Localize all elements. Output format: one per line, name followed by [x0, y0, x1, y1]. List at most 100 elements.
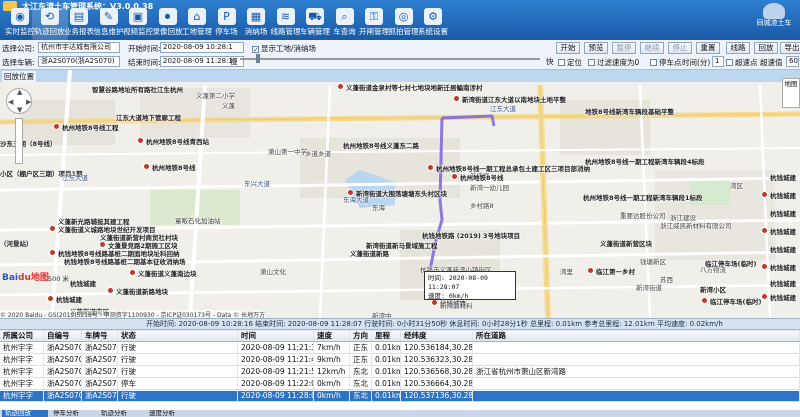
overspeed-value-input[interactable]: 60: [786, 56, 799, 67]
site-marker-icon[interactable]: [761, 293, 768, 300]
tab-0[interactable]: 轨迹回放: [2, 410, 48, 417]
map-poi-label[interactable]: 杭州地铁8号线一期工程新湾车辆段4标段: [585, 156, 705, 166]
site-marker-icon[interactable]: [107, 287, 114, 294]
pan-left-icon[interactable]: ◀: [8, 98, 13, 106]
map-poi-label[interactable]: 智慧谷路地址所有路社江生杭州: [92, 84, 183, 94]
company-select[interactable]: 杭州市宇达城有限公司: [38, 42, 120, 53]
control-button-2[interactable]: 暂停: [612, 42, 636, 54]
site-marker-icon[interactable]: [49, 225, 56, 232]
map-poi-label[interactable]: 杭钱城建: [770, 226, 796, 236]
zoom-slider[interactable]: [15, 118, 23, 164]
table-row[interactable]: 杭州宇字 浙A2S070 浙A2S07 停车 2020-08-09 11:22:07 0k…: [0, 379, 800, 390]
site-marker-icon[interactable]: [129, 269, 136, 276]
map-poi-label[interactable]: 杭钱城建: [56, 294, 82, 304]
map-poi-label[interactable]: 杭州地铁8号线: [152, 162, 196, 172]
map-poi-label[interactable]: 杭州地铁8号线一期工程新湾车辆段1标段: [583, 192, 703, 202]
control-button-6[interactable]: 线路: [726, 42, 750, 54]
playback-speed-slider[interactable]: [240, 58, 540, 60]
map-poi-label[interactable]: 杭钱城建: [70, 278, 96, 288]
map-poi-label[interactable]: 义蓬街道新路地块: [116, 286, 168, 296]
control-button-5[interactable]: 重置: [696, 42, 720, 54]
map-poi-label[interactable]: 沙东三期（8号线）: [0, 138, 57, 148]
map-poi-label[interactable]: 临江停车场(临时): [710, 296, 761, 306]
site-marker-icon[interactable]: [47, 295, 54, 302]
table-row[interactable]: 杭州宇字 浙A2S070 浙A2S07 行驶 2020-08-09 11:21:47 9k…: [0, 355, 800, 366]
map-poi-label[interactable]: 杭州地铁8号线工程: [62, 122, 119, 132]
map-poi-label[interactable]: 杭州地铁8号线义蓬东二路: [343, 140, 419, 150]
map-poi-label[interactable]: 地铁8号线新湾车辆段基础平整: [585, 106, 674, 116]
site-marker-icon[interactable]: [761, 227, 768, 234]
column-header[interactable]: 所在道路: [473, 331, 800, 341]
control-button-1[interactable]: 预览: [584, 42, 608, 54]
column-header[interactable]: 自编号: [44, 331, 82, 341]
tab-3[interactable]: 速度分析: [146, 410, 192, 417]
tab-1[interactable]: 停车分析: [50, 410, 96, 417]
control-button-4[interactable]: 停止: [668, 42, 692, 54]
map-poi-label[interactable]: 义蓬街道金泉村等七村七地块地新迁居鳊南涉村: [346, 82, 483, 92]
toolbar-button-14[interactable]: ⚙ 系统设置: [415, 8, 451, 40]
map-poi-label[interactable]: 杭钱城建: [770, 292, 796, 302]
column-header[interactable]: 方向: [350, 331, 372, 341]
control-button-3[interactable]: 继续: [640, 42, 664, 54]
site-marker-icon[interactable]: [701, 297, 708, 304]
start-time-input[interactable]: 2020-08-09 10:28:1: [160, 42, 244, 53]
pan-right-icon[interactable]: ▶: [26, 98, 31, 106]
map-poi-label[interactable]: 杭钱地铁8号线路基桩二期基本征收消纳场: [64, 256, 186, 266]
show-sites-checkbox[interactable]: 显示工地/消纳场: [252, 43, 316, 54]
column-header[interactable]: 状态: [118, 331, 238, 341]
site-marker-icon[interactable]: [49, 249, 56, 256]
site-marker-icon[interactable]: [53, 123, 60, 130]
site-marker-icon[interactable]: [137, 137, 144, 144]
map-poi-label[interactable]: 杭钱城建: [770, 190, 796, 200]
map-poi-label[interactable]: 杭钱地铁路 (2019) 3号地块项目: [422, 230, 520, 240]
table-row[interactable]: 杭州宇字 浙A2S070 浙A2S07 行驶 2020-08-09 11:21:57 12…: [0, 367, 800, 378]
map-poi-label[interactable]: 杭钱城建: [770, 262, 796, 272]
control-button-0[interactable]: 开始: [556, 42, 580, 54]
playback-speed-slider-thumb[interactable]: [256, 54, 260, 63]
map-poi-label[interactable]: 杭州地铁8号线: [460, 172, 504, 182]
map-type-button[interactable]: 地图: [782, 78, 800, 108]
stop-time-input[interactable]: 1: [712, 56, 724, 67]
map-poi-label[interactable]: 江东大道地下管廊工程: [116, 112, 181, 122]
site-marker-icon[interactable]: [143, 163, 150, 170]
vehicle-select[interactable]: 浙A2S070(浙A2S070): [38, 56, 120, 67]
overspeed-checkbox[interactable]: 超速点: [726, 57, 758, 68]
locate-checkbox[interactable]: 定位: [558, 57, 582, 68]
site-marker-icon[interactable]: [761, 263, 768, 270]
column-header[interactable]: 时间: [238, 331, 314, 341]
pan-up-icon[interactable]: ▲: [17, 88, 22, 96]
map-poi-label[interactable]: 杭钱城建: [770, 278, 796, 288]
site-marker-icon[interactable]: [587, 267, 594, 274]
site-marker-icon[interactable]: [761, 191, 768, 198]
map-poi-label[interactable]: 义蓬街道义蓬南边块: [138, 268, 197, 278]
control-button-7[interactable]: 回放: [754, 42, 778, 54]
map-poi-label[interactable]: 义蓬街道新营区块: [600, 238, 652, 248]
map-poi-label[interactable]: 义蓬街道新路: [350, 248, 389, 258]
control-button-8[interactable]: 导出: [780, 42, 800, 54]
map-poi-label[interactable]: 杭钱城建: [770, 244, 796, 254]
map-poi-label[interactable]: 杭钱城建: [770, 172, 796, 182]
site-marker-icon[interactable]: [451, 173, 458, 180]
column-header[interactable]: 车牌号: [82, 331, 118, 341]
site-marker-icon[interactable]: [427, 164, 434, 171]
map-poi-label[interactable]: 新湾小区: [700, 284, 726, 294]
map-poi-label[interactable]: 杭钱城建: [770, 208, 796, 218]
site-marker-icon[interactable]: [453, 95, 460, 102]
column-header[interactable]: 所属公司: [0, 331, 44, 341]
table-row[interactable]: 杭州宇字 浙A2S070 浙A2S07 行驶 2020-08-09 11:21:37 7k…: [0, 343, 800, 354]
column-header[interactable]: 里程: [372, 331, 401, 341]
site-marker-icon[interactable]: [99, 241, 106, 248]
pan-down-icon[interactable]: ▼: [17, 106, 22, 114]
map-view[interactable]: 义蓬街道金泉村等七村七地块地新迁居鳊南涉村 智慧谷路地址所有路社江生杭州 新湾街道 江…: [0, 70, 800, 318]
map-poi-label[interactable]: 新湾街道大围荡塘塘东头村区块: [356, 188, 447, 198]
map-poi-label[interactable]: 杭州地铁8号线青西站: [146, 136, 209, 146]
table-row[interactable]: 杭州宇字 浙A2S070 浙A2S07 行驶 2020-08-09 11:28:07 0k…: [0, 391, 800, 402]
stop-point-checkbox[interactable]: 停车点: [650, 57, 682, 68]
site-marker-icon[interactable]: [337, 83, 344, 90]
map-pan-control[interactable]: ▲ ◀ ▶ ▼: [6, 88, 32, 114]
map-poi-label[interactable]: 临江停车场(临时): [705, 258, 756, 268]
filter-speed-checkbox[interactable]: 过滤速度为0: [588, 57, 639, 68]
tab-2[interactable]: 轨迹分析: [98, 410, 144, 417]
column-header[interactable]: 速度: [314, 331, 350, 341]
map-poi-label[interactable]: 临江第一乡村: [596, 266, 635, 276]
